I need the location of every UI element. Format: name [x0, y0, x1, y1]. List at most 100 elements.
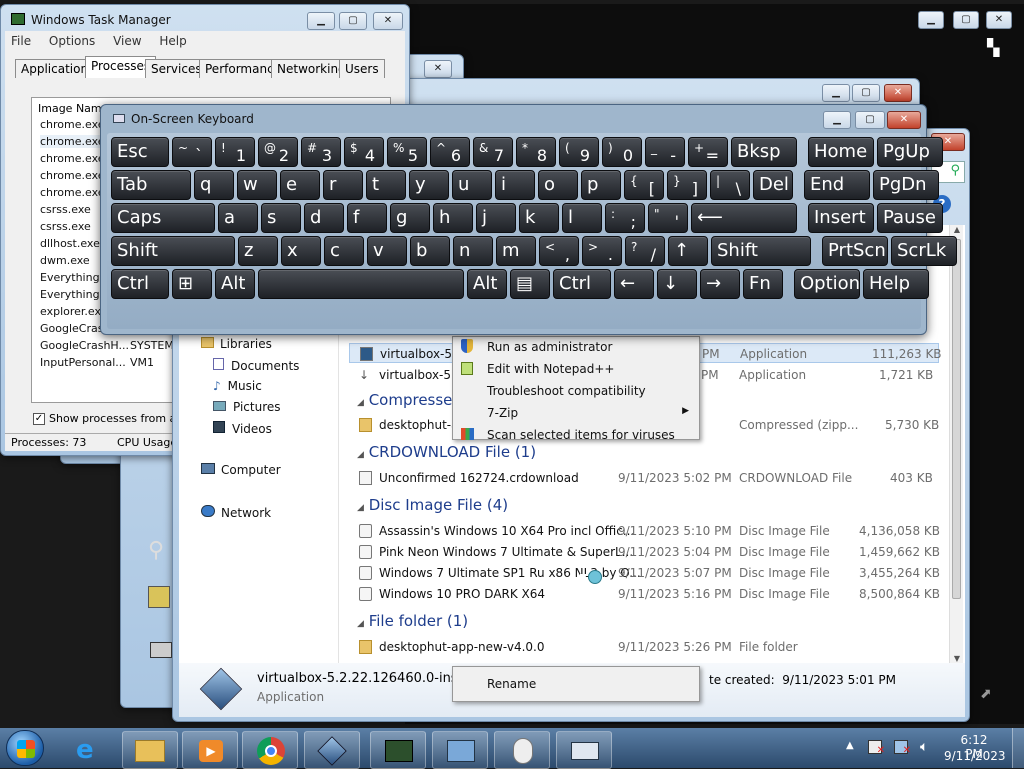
file-row-crdownload[interactable]: Unconfirmed 162724.crdownload 9/11/2023 … [349, 468, 939, 488]
osk-key[interactable]: t [366, 170, 406, 200]
osk-key[interactable]: End [804, 170, 870, 200]
osk-key[interactable]: ▤ [510, 269, 550, 299]
tm-menu-options[interactable]: Options [49, 34, 95, 48]
file-row-disc-image[interactable]: Windows 7 Ultimate SP1 Ru x86 NL3 by O..… [349, 563, 940, 583]
osk-key[interactable]: ? / [625, 236, 665, 266]
osk-key[interactable]: k [519, 203, 559, 233]
osk-key[interactable]: a [218, 203, 258, 233]
osk-key[interactable]: (9 [559, 137, 599, 167]
osk-key[interactable]: f [347, 203, 387, 233]
osk-key[interactable]: ⟵ [691, 203, 797, 233]
file-row-disc-image[interactable]: Windows 10 PRO DARK X64 9/11/2023 5:16 PM… [349, 584, 940, 604]
osk-key[interactable]: PgDn [873, 170, 939, 200]
osk-key[interactable]: <, [539, 236, 579, 266]
volume-icon[interactable]: 🔈︎ [920, 739, 928, 755]
scroll-down-icon[interactable]: ▼ [950, 654, 964, 663]
osk-key[interactable]: p [581, 170, 621, 200]
clock-date[interactable]: 9/11/2023 [944, 749, 1006, 763]
osk-key[interactable]: Fn [743, 269, 783, 299]
osk-key[interactable]: → [700, 269, 740, 299]
osk-key[interactable]: h [433, 203, 473, 233]
group-crdownload[interactable]: ◢ CRDOWNLOAD File (1) [357, 443, 536, 461]
osk-key[interactable]: y [409, 170, 449, 200]
osk-key[interactable]: :; [605, 203, 645, 233]
osk-key[interactable]: Del [753, 170, 793, 200]
file-row-disc-image[interactable]: Assassin's Windows 10 X64 Pro incl Offic… [349, 521, 940, 541]
menu-edit-notepad[interactable]: Edit with Notepad++ [453, 358, 699, 380]
osk-key[interactable]: l [562, 203, 602, 233]
osk-key[interactable]: Alt [215, 269, 255, 299]
group-file-folder[interactable]: ◢ File folder (1) [357, 612, 468, 630]
menu-run-as-admin[interactable]: Run as administrator [453, 336, 699, 358]
osk-key[interactable]: | \ [710, 170, 750, 200]
bg-maximize-button[interactable]: ▢ [953, 11, 979, 29]
osk-key[interactable]: $4 [344, 137, 384, 167]
nav-documents[interactable]: Documents [213, 358, 299, 373]
osk-key[interactable]: }] [667, 170, 707, 200]
group-disc-image[interactable]: ◢ Disc Image File (4) [357, 496, 508, 514]
osk-key[interactable]: c [324, 236, 364, 266]
osk-key[interactable]: @2 [258, 137, 298, 167]
osk-key[interactable]: ← [614, 269, 654, 299]
osk-key[interactable]: PrtScn [822, 236, 888, 266]
osk-key[interactable]: r [323, 170, 363, 200]
osk-key[interactable]: PgUp [877, 137, 943, 167]
osk-key[interactable]: Alt [467, 269, 507, 299]
menu-scan-viruses[interactable]: Scan selected items for viruses [453, 424, 699, 440]
taskbar-media-player[interactable]: ▶ [182, 731, 238, 769]
osk-key[interactable]: Shift [711, 236, 811, 266]
osk-key[interactable]: " ' [648, 203, 688, 233]
nav-libraries[interactable]: Libraries [201, 337, 272, 351]
menu-troubleshoot[interactable]: Troubleshoot compatibility [453, 380, 699, 402]
osk-key[interactable]: z [238, 236, 278, 266]
taskbar-task-manager[interactable] [370, 731, 426, 769]
osk-key[interactable]: s [261, 203, 301, 233]
osk-minimize-button[interactable]: ▁ [823, 111, 851, 129]
scroll-up-icon[interactable]: ▲ [950, 225, 964, 234]
taskbar-internet-explorer[interactable]: e [62, 731, 118, 769]
file-row-disc-image[interactable]: Pink Neon Windows 7 Ultimate & SuperL...… [349, 542, 940, 562]
show-hidden-icons[interactable]: ▲ [846, 740, 854, 751]
osk-key[interactable]: x [281, 236, 321, 266]
osk-key[interactable]: ↓ [657, 269, 697, 299]
osk-key[interactable] [258, 269, 464, 299]
osk-key[interactable]: Ctrl [553, 269, 611, 299]
bg-close-button[interactable]: ✕ [986, 11, 1012, 29]
column-header-image-name[interactable]: Image Name [38, 102, 108, 115]
osk-key[interactable]: n [453, 236, 493, 266]
vertical-scrollbar[interactable]: ▲ ▼ [949, 225, 963, 663]
tm-menu-file[interactable]: File [11, 34, 31, 48]
nav-network[interactable]: Network [201, 505, 271, 520]
taskbar-control-panel[interactable] [432, 731, 488, 769]
tab-users[interactable]: Users [339, 59, 385, 78]
show-desktop-button[interactable] [1012, 728, 1024, 768]
osk-key[interactable]: #3 [301, 137, 341, 167]
show-all-processes-checkbox[interactable]: ✓ [33, 413, 45, 425]
scroll-thumb[interactable] [952, 239, 961, 599]
bg3-maximize-button[interactable]: ▢ [852, 84, 880, 102]
osk-key[interactable]: w [237, 170, 277, 200]
osk-key[interactable]: Bksp [731, 137, 797, 167]
osk-key[interactable]: Tab [111, 170, 191, 200]
tm-minimize-button[interactable]: ▁ [307, 12, 335, 30]
bg3-close-button[interactable]: ✕ [884, 84, 912, 102]
osk-key[interactable]: q [194, 170, 234, 200]
osk-key[interactable]: + = [688, 137, 728, 167]
osk-key[interactable]: o [538, 170, 578, 200]
osk-key[interactable]: Esc [111, 137, 169, 167]
nav-computer[interactable]: Computer [201, 463, 281, 477]
osk-key[interactable]: {[ [624, 170, 664, 200]
tm-close-button[interactable]: ✕ [373, 12, 403, 30]
osk-key[interactable]: d [304, 203, 344, 233]
osk-key[interactable]: ScrLk [891, 236, 957, 266]
menu-7zip[interactable]: 7-Zip ▶ [453, 402, 699, 424]
osk-key[interactable]: g [390, 203, 430, 233]
start-button[interactable] [6, 730, 44, 766]
taskbar-mouse-settings[interactable] [494, 731, 550, 769]
taskbar-chrome[interactable] [242, 731, 298, 769]
osk-key[interactable]: Shift [111, 236, 235, 266]
osk-key[interactable]: ^ 6 [430, 137, 470, 167]
osk-key[interactable]: j [476, 203, 516, 233]
osk-key[interactable]: & 7 [473, 137, 513, 167]
osk-key[interactable]: Home [808, 137, 874, 167]
